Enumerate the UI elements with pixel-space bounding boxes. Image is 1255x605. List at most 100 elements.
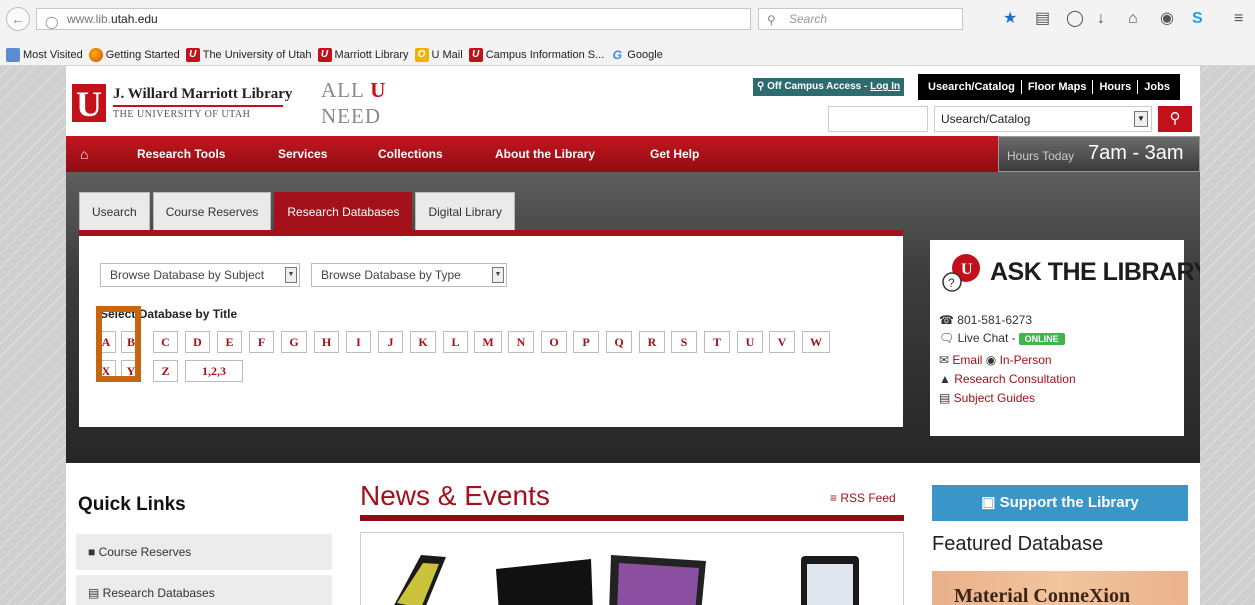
menu-icon[interactable]: ≡ — [1234, 10, 1243, 28]
quick-link-course-reserves[interactable]: ■ Course Reserves — [76, 534, 332, 570]
live-chat-line[interactable]: 🗨 Live Chat - ONLINE — [939, 331, 1065, 345]
letter-button-numbers[interactable]: 1,2,3 — [185, 360, 243, 382]
site-header: U J. Willard Marriott Library THE UNIVER… — [66, 66, 1200, 136]
bookmark-u-mail[interactable]: OU Mail — [414, 47, 463, 62]
letter-button-q[interactable]: Q — [606, 331, 632, 353]
database-icon: ▤ — [88, 586, 103, 600]
nav-get-help[interactable]: Get Help — [650, 136, 699, 172]
letter-button-r[interactable]: R — [639, 331, 665, 353]
letter-button-c[interactable]: C — [153, 331, 178, 353]
url-field[interactable]: ◯ www.lib.utah.edu ↻ — [36, 8, 777, 32]
nav-collections[interactable]: Collections — [378, 136, 443, 172]
home-icon[interactable]: ⌂ — [1128, 10, 1138, 28]
featured-database-banner[interactable]: Material ConneXion — [932, 571, 1188, 605]
quick-link-research-databases[interactable]: ▤ Research Databases — [76, 575, 332, 605]
skype-icon[interactable]: S — [1192, 10, 1203, 28]
rss-label: RSS Feed — [840, 491, 896, 505]
tab-research-databases[interactable]: Research Databases — [274, 192, 413, 230]
subject-guides-line[interactable]: ▤ Subject Guides — [939, 391, 1035, 405]
letter-button-n[interactable]: N — [508, 331, 534, 353]
ask-title[interactable]: ASK THE LIBRARY — [990, 258, 1200, 287]
online-badge: ONLINE — [1018, 333, 1065, 345]
letter-button-u[interactable]: U — [737, 331, 763, 353]
subject-guides-link[interactable]: Subject Guides — [954, 391, 1035, 405]
type-select[interactable]: Browse Database by Type ▼ — [311, 263, 507, 287]
top-link-floor-maps[interactable]: Floor Maps — [1022, 80, 1094, 94]
reading-list-icon[interactable]: ▤ — [1035, 10, 1050, 28]
top-link-jobs[interactable]: Jobs — [1138, 80, 1176, 94]
url-prefix: www.lib. — [67, 12, 112, 26]
consultation-line[interactable]: ▲ Research Consultation — [939, 372, 1076, 386]
letter-button-k[interactable]: K — [410, 331, 436, 353]
utah-logo-icon[interactable]: U — [72, 84, 106, 124]
tab-course-reserves[interactable]: Course Reserves — [152, 192, 272, 230]
downloads-icon[interactable]: ↓ — [1097, 10, 1105, 28]
letter-button-d[interactable]: D — [185, 331, 210, 353]
flask-icon: ▲ — [939, 372, 955, 386]
dropdown-arrow-icon: ▼ — [285, 267, 297, 283]
top-link-usearch[interactable]: Usearch/Catalog — [922, 80, 1022, 94]
pocket-icon[interactable]: ◯ — [1066, 10, 1084, 28]
rss-feed-link[interactable]: ≡ RSS Feed — [830, 491, 896, 505]
letter-button-p[interactable]: P — [573, 331, 599, 353]
support-library-button[interactable]: ▣ Support the Library — [932, 485, 1188, 521]
letter-button-i[interactable]: I — [346, 331, 371, 353]
tab-usearch[interactable]: Usearch — [79, 192, 150, 230]
letter-button-h[interactable]: H — [314, 331, 339, 353]
phone-icon: ☎ — [939, 313, 958, 327]
letter-button-j[interactable]: J — [378, 331, 403, 353]
letter-button-f[interactable]: F — [249, 331, 274, 353]
email-link[interactable]: Email — [952, 353, 982, 367]
bookmark-most-visited[interactable]: Most Visited — [6, 47, 83, 62]
browser-search-input[interactable]: ⚲ Search — [758, 8, 963, 30]
bookmark-getting-started[interactable]: Getting Started — [88, 47, 180, 62]
bookmark-marriott-library[interactable]: U Marriott Library — [317, 47, 409, 62]
bookmark-label: Marriott Library — [334, 48, 409, 61]
in-person-link[interactable]: In-Person — [1000, 353, 1052, 367]
letter-button-v[interactable]: V — [769, 331, 795, 353]
nav-services[interactable]: Services — [278, 136, 327, 172]
tab-digital-library[interactable]: Digital Library — [415, 192, 515, 230]
letter-button-t[interactable]: T — [704, 331, 730, 353]
subject-select[interactable]: Browse Database by Subject ▼ — [100, 263, 300, 287]
letter-button-z[interactable]: Z — [153, 360, 178, 382]
nav-about-library[interactable]: About the Library — [495, 136, 595, 172]
letter-button-g[interactable]: G — [281, 331, 307, 353]
monitor-screen — [617, 563, 699, 605]
bookmark-university-of-utah[interactable]: U The University of Utah — [185, 47, 312, 62]
header-search-button[interactable]: ⚲ — [1158, 106, 1192, 132]
news-image[interactable] — [360, 532, 904, 605]
most-visited-icon — [6, 47, 20, 62]
home-icon[interactable]: ⌂ — [80, 136, 88, 172]
hours-today[interactable]: Hours Today 7am - 3am — [998, 136, 1200, 172]
utah-u-icon: U — [317, 47, 332, 62]
search-scope-select[interactable]: Usearch/Catalog ▼ — [934, 106, 1152, 132]
search-section: Usearch Course Reserves Research Databas… — [66, 172, 1200, 463]
consultation-link[interactable]: Research Consultation — [954, 372, 1075, 386]
bookmark-star-icon[interactable]: ★ — [1003, 10, 1017, 28]
phone-line[interactable]: ☎ 801-581-6273 — [939, 313, 1032, 327]
site-info-icon[interactable]: ◯ — [45, 12, 58, 32]
back-button[interactable]: ← — [6, 7, 30, 31]
letter-button-m[interactable]: M — [474, 331, 502, 353]
letter-button-s[interactable]: S — [671, 331, 697, 353]
library-name[interactable]: J. Willard Marriott Library — [113, 86, 292, 103]
letter-button-o[interactable]: O — [541, 331, 567, 353]
guide-icon: ▤ — [939, 391, 954, 405]
header-search-input[interactable] — [828, 106, 928, 132]
main-nav: ⌂ Research Tools Services Collections Ab… — [66, 136, 1200, 172]
letter-button-l[interactable]: L — [443, 331, 468, 353]
login-link[interactable]: Log In — [870, 81, 900, 92]
bookmark-google[interactable]: G Google — [610, 47, 663, 62]
letter-button-e[interactable]: E — [217, 331, 242, 353]
off-campus-access[interactable]: ⚲ Off Campus Access - Log In — [753, 78, 905, 96]
ask-the-library-box: U ? ASK THE LIBRARY ☎ 801-581-6273 🗨 Liv… — [930, 240, 1200, 436]
logo-divider — [113, 105, 283, 107]
google-icon: G — [612, 47, 622, 62]
bookmark-campus-information[interactable]: U Campus Information S... — [468, 47, 604, 62]
letter-button-w[interactable]: W — [802, 331, 830, 353]
quick-links-title: Quick Links — [78, 494, 186, 515]
nav-research-tools[interactable]: Research Tools — [137, 136, 225, 172]
chat-icon[interactable]: ◉ — [1160, 10, 1174, 28]
top-link-hours[interactable]: Hours — [1093, 80, 1139, 94]
